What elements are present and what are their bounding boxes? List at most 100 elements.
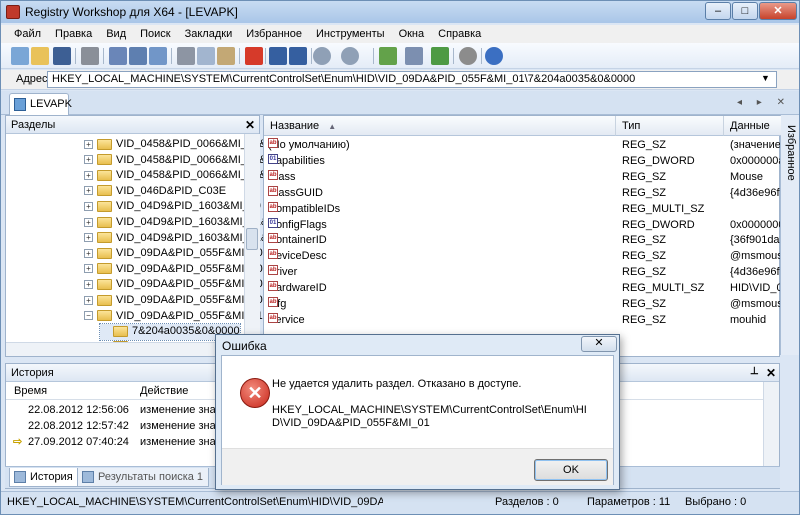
expand-toggle-icon[interactable]: + bbox=[84, 248, 93, 258]
tree-item[interactable]: + VID_09DA&PID_055F&MI_00& bbox=[84, 246, 270, 262]
tree-item[interactable]: + VID_04D9&PID_1603&MI_01& bbox=[84, 231, 268, 247]
connect-icon[interactable] bbox=[109, 47, 127, 65]
menu-search[interactable]: Поиск bbox=[133, 25, 177, 43]
tree-close-icon[interactable]: ✕ bbox=[245, 118, 255, 132]
open-folder-icon[interactable] bbox=[31, 47, 49, 65]
back-icon[interactable] bbox=[313, 47, 331, 65]
binary-value-icon: 01 bbox=[268, 217, 278, 228]
expand-toggle-icon[interactable]: + bbox=[84, 170, 93, 180]
dialog-close-button[interactable]: ✕ bbox=[581, 336, 617, 352]
export-icon[interactable] bbox=[431, 47, 449, 65]
tree-scroll-thumb[interactable] bbox=[246, 228, 258, 250]
help-icon[interactable] bbox=[485, 47, 503, 65]
tab-search-results[interactable]: Результаты поиска 1 bbox=[77, 468, 210, 487]
history-col-time[interactable]: Время bbox=[14, 385, 47, 397]
tree-pane: Разделы ✕ + VID_0458&PID_0066&MI_01&C + VID… bbox=[5, 115, 274, 357]
menu-view[interactable]: Вид bbox=[99, 25, 133, 43]
history-col-action[interactable]: Действие bbox=[140, 385, 188, 397]
value-row[interactable]: ab (По умолчанию) REG_SZ (значение bbox=[264, 138, 781, 154]
paste-icon[interactable] bbox=[217, 47, 235, 65]
tree-item[interactable]: + VID_046D&PID_C03E bbox=[84, 184, 226, 200]
save-icon[interactable] bbox=[53, 47, 71, 65]
value-row[interactable]: 01ConfigFlags REG_DWORD 0x00000000 bbox=[264, 217, 781, 234]
history-close-icon[interactable]: ✕ bbox=[766, 366, 776, 380]
tree-item[interactable]: + VID_09DA&PID_055F&MI_00& bbox=[84, 293, 270, 309]
expand-toggle-icon[interactable]: + bbox=[84, 233, 93, 243]
folder-icon bbox=[97, 247, 112, 259]
close-window-button[interactable]: ✕ bbox=[759, 2, 797, 20]
expand-toggle-icon[interactable]: + bbox=[84, 217, 93, 227]
value-row[interactable]: abMfg REG_SZ @msmous bbox=[264, 297, 781, 313]
tab-navigation[interactable]: ◂ ▸ ✕ bbox=[737, 97, 791, 108]
menu-bookmarks[interactable]: Закладки bbox=[178, 25, 240, 43]
value-row[interactable]: ab DeviceDesc REG_SZ @msmous bbox=[264, 249, 781, 265]
tree-item[interactable]: + VID_09DA&PID_055F&MI_00& bbox=[84, 262, 270, 278]
expand-toggle-icon[interactable]: + bbox=[84, 295, 93, 305]
toolbar bbox=[1, 43, 799, 69]
tree-item[interactable]: + VID_09DA&PID_055F&MI_00& bbox=[84, 277, 270, 293]
tab-levapk[interactable]: LEVAPK bbox=[9, 93, 72, 115]
expand-toggle-icon[interactable]: + bbox=[84, 155, 93, 165]
expand-toggle-icon[interactable]: + bbox=[84, 279, 93, 289]
expand-toggle-icon[interactable]: + bbox=[84, 201, 93, 211]
tree-horizontal-scrollbar[interactable] bbox=[6, 342, 244, 356]
menu-file[interactable]: Файл bbox=[7, 25, 48, 43]
column-name-label: Название bbox=[270, 120, 320, 132]
value-name-cell: ab Service bbox=[268, 312, 305, 328]
address-input[interactable]: HKEY_LOCAL_MACHINE\SYSTEM\CurrentControl… bbox=[47, 71, 777, 88]
value-data: 0x000000a0 bbox=[730, 154, 780, 167]
expand-toggle-icon[interactable]: + bbox=[84, 264, 93, 274]
value-row[interactable]: 01Capabilities REG_DWORD 0x000000a0 bbox=[264, 153, 781, 170]
string-value-icon: ab bbox=[268, 297, 278, 307]
column-header-data[interactable]: Данные bbox=[724, 116, 781, 136]
redo-icon[interactable] bbox=[289, 47, 307, 65]
new-icon[interactable] bbox=[11, 47, 29, 65]
value-row[interactable]: ab Service REG_SZ mouhid bbox=[264, 312, 781, 329]
delete-icon[interactable] bbox=[245, 47, 263, 65]
minimize-button[interactable]: – bbox=[705, 2, 731, 20]
ok-button[interactable]: OK bbox=[534, 459, 608, 481]
expand-toggle-icon[interactable]: − bbox=[84, 311, 93, 321]
value-row[interactable]: ab Driver REG_SZ {4d36e96f- bbox=[264, 265, 781, 281]
tab-history[interactable]: История bbox=[9, 468, 79, 487]
value-row[interactable]: ab ContainerID REG_SZ {36f901da- bbox=[264, 233, 781, 249]
forward-icon[interactable] bbox=[341, 47, 359, 65]
folder-icon bbox=[97, 263, 112, 275]
value-row[interactable]: ab Class REG_SZ Mouse bbox=[264, 169, 781, 186]
expand-toggle-icon[interactable]: + bbox=[84, 186, 93, 196]
menu-favorites[interactable]: Избранное bbox=[239, 25, 309, 43]
up-level-icon[interactable] bbox=[379, 47, 397, 65]
maximize-button[interactable]: □ bbox=[732, 2, 758, 20]
find-icon[interactable] bbox=[405, 47, 423, 65]
favorites-side-tab[interactable]: Избранное bbox=[780, 115, 799, 355]
cut-icon[interactable] bbox=[177, 47, 195, 65]
tree-item[interactable]: + VID_04D9&PID_1603&MI_01& bbox=[84, 215, 268, 231]
value-row[interactable]: ab CompatibleIDs REG_MULTI_SZ bbox=[264, 201, 781, 218]
address-dropdown-icon[interactable]: ▼ bbox=[761, 73, 770, 83]
current-arrow-icon: ⇨ bbox=[13, 436, 23, 448]
expand-toggle-icon[interactable]: + bbox=[84, 139, 93, 149]
column-header-type[interactable]: Тип bbox=[616, 116, 724, 136]
value-data: mouhid bbox=[730, 313, 767, 326]
column-header-name[interactable]: Название ▲ bbox=[264, 116, 616, 136]
value-name: (По умолчанию) bbox=[268, 139, 350, 151]
value-name-cell: ab ClassGUID bbox=[268, 185, 323, 201]
value-row[interactable]: ab ClassGUID REG_SZ {4d36e96f- bbox=[264, 185, 781, 202]
pin-icon[interactable]: ⊥ bbox=[750, 366, 759, 377]
menu-windows[interactable]: Окна bbox=[392, 25, 432, 43]
tab-search-results-label: Результаты поиска 1 bbox=[98, 471, 204, 483]
menu-edit[interactable]: Правка bbox=[48, 25, 99, 43]
value-name-cell: ab Driver bbox=[268, 265, 297, 280]
registry-icon[interactable] bbox=[129, 47, 147, 65]
options-gear-icon[interactable] bbox=[459, 47, 477, 65]
menu-tools[interactable]: Инструменты bbox=[309, 25, 392, 43]
tree-item[interactable]: + VID_04D9&PID_1603&MI_00 bbox=[84, 199, 261, 215]
menu-help[interactable]: Справка bbox=[431, 25, 488, 43]
print-icon[interactable] bbox=[81, 47, 99, 65]
value-row[interactable]: ab HardwareID REG_MULTI_SZ HID\VID_0 bbox=[264, 281, 781, 297]
refresh-icon[interactable] bbox=[149, 47, 167, 65]
undo-icon[interactable] bbox=[269, 47, 287, 65]
favorites-side-label: Избранное bbox=[785, 125, 797, 181]
copy-icon[interactable] bbox=[197, 47, 215, 65]
tree-item[interactable]: − VID_09DA&PID_055F&MI_01 bbox=[84, 309, 263, 325]
